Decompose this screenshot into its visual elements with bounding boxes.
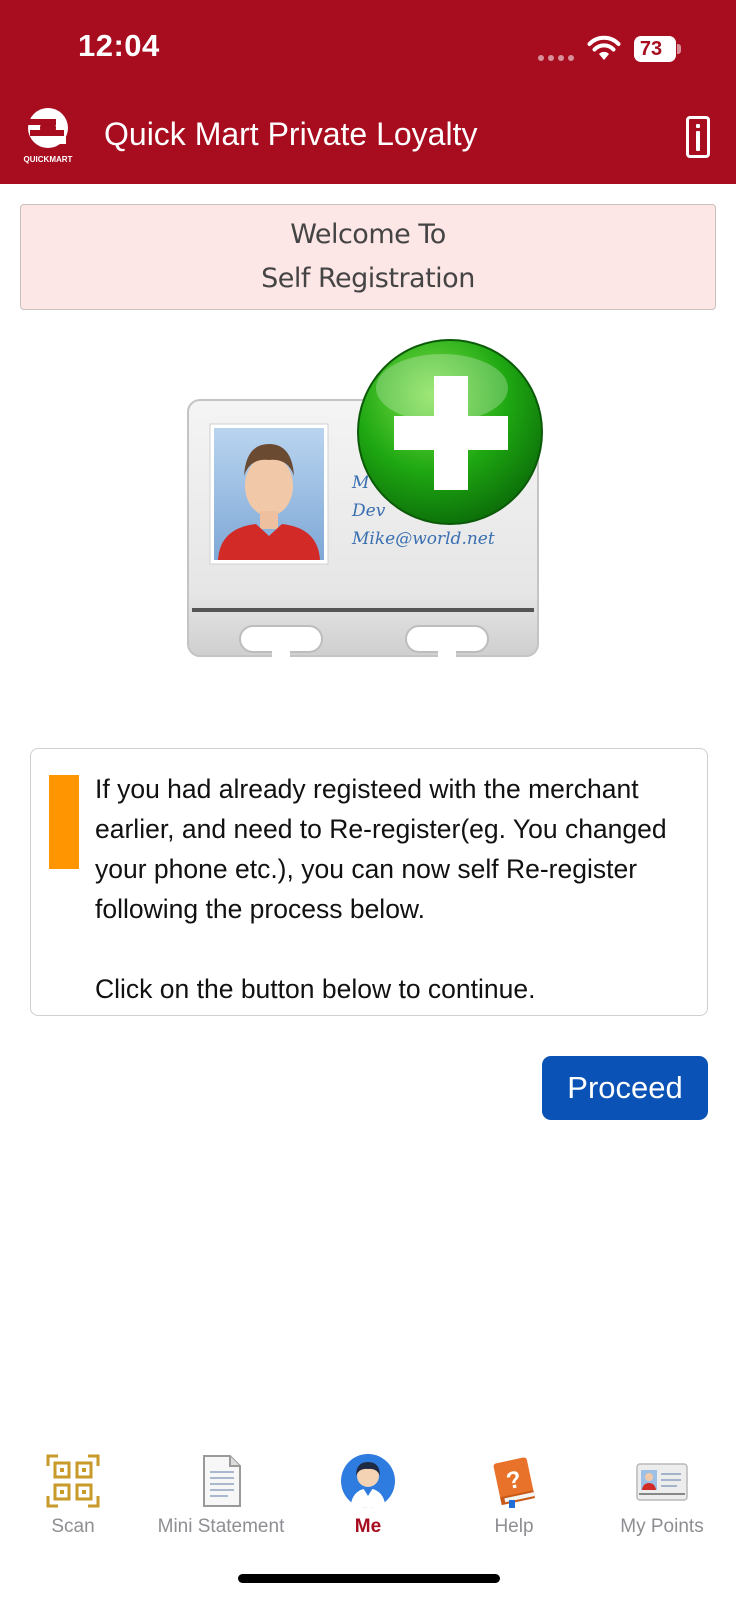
svg-text:M: M <box>351 473 370 493</box>
qr-code-icon <box>46 1454 100 1508</box>
nav-item-help[interactable]: ? Help <box>462 1440 566 1540</box>
app-header: 12:04 73 QUICKMART Quick Mart Private Lo… <box>0 0 736 184</box>
nav-label-me: Me <box>354 1516 382 1537</box>
welcome-line-1: Welcome To <box>290 219 446 250</box>
svg-text:QUICKMART: QUICKMART <box>24 155 73 164</box>
info-accent-bar <box>49 775 79 869</box>
app-title: Quick Mart Private Loyalty <box>104 116 478 152</box>
nav-item-my-points[interactable]: My Points <box>604 1440 720 1540</box>
welcome-line-2: Self Registration <box>261 263 475 294</box>
add-contact-card-illustration: M Dev Mike@world.net <box>187 339 543 662</box>
cellular-signal-icon <box>538 55 574 61</box>
info-paragraph-1: If you had already registeed with the me… <box>95 774 667 924</box>
status-time: 12:04 <box>78 28 160 63</box>
welcome-banner: Welcome To Self Registration <box>20 204 716 310</box>
wifi-icon <box>587 35 621 60</box>
nav-label-my-points: My Points <box>620 1516 704 1537</box>
battery-percent: 73 <box>639 38 663 60</box>
proceed-button[interactable]: Proceed <box>542 1056 708 1120</box>
quickmart-logo-icon: QUICKMART <box>22 108 73 164</box>
nav-item-mini-statement[interactable]: Mini Statement <box>148 1440 294 1540</box>
nav-label-mini-statement: Mini Statement <box>157 1516 285 1537</box>
info-text: If you had already registeed with the me… <box>95 769 695 1009</box>
info-box: If you had already registeed with the me… <box>30 748 708 1016</box>
user-avatar-icon <box>341 1454 395 1508</box>
svg-text:Mike@world.net: Mike@world.net <box>351 529 495 549</box>
nav-item-scan[interactable]: Scan <box>20 1440 126 1540</box>
document-icon <box>203 1455 241 1507</box>
nav-label-help: Help <box>494 1516 534 1537</box>
info-button[interactable] <box>686 116 710 158</box>
id-card-icon <box>636 1463 688 1501</box>
bottom-nav: Scan Mini Statement Me ? Help My Points <box>0 1440 736 1540</box>
help-book-icon: ? <box>493 1457 535 1508</box>
nav-label-scan: Scan <box>51 1516 95 1537</box>
home-indicator <box>238 1574 500 1583</box>
svg-text:Dev: Dev <box>351 501 386 521</box>
battery-icon: 73 <box>634 36 681 62</box>
info-paragraph-2: Click on the button below to continue. <box>95 974 536 1004</box>
nav-item-me[interactable]: Me <box>316 1440 420 1540</box>
